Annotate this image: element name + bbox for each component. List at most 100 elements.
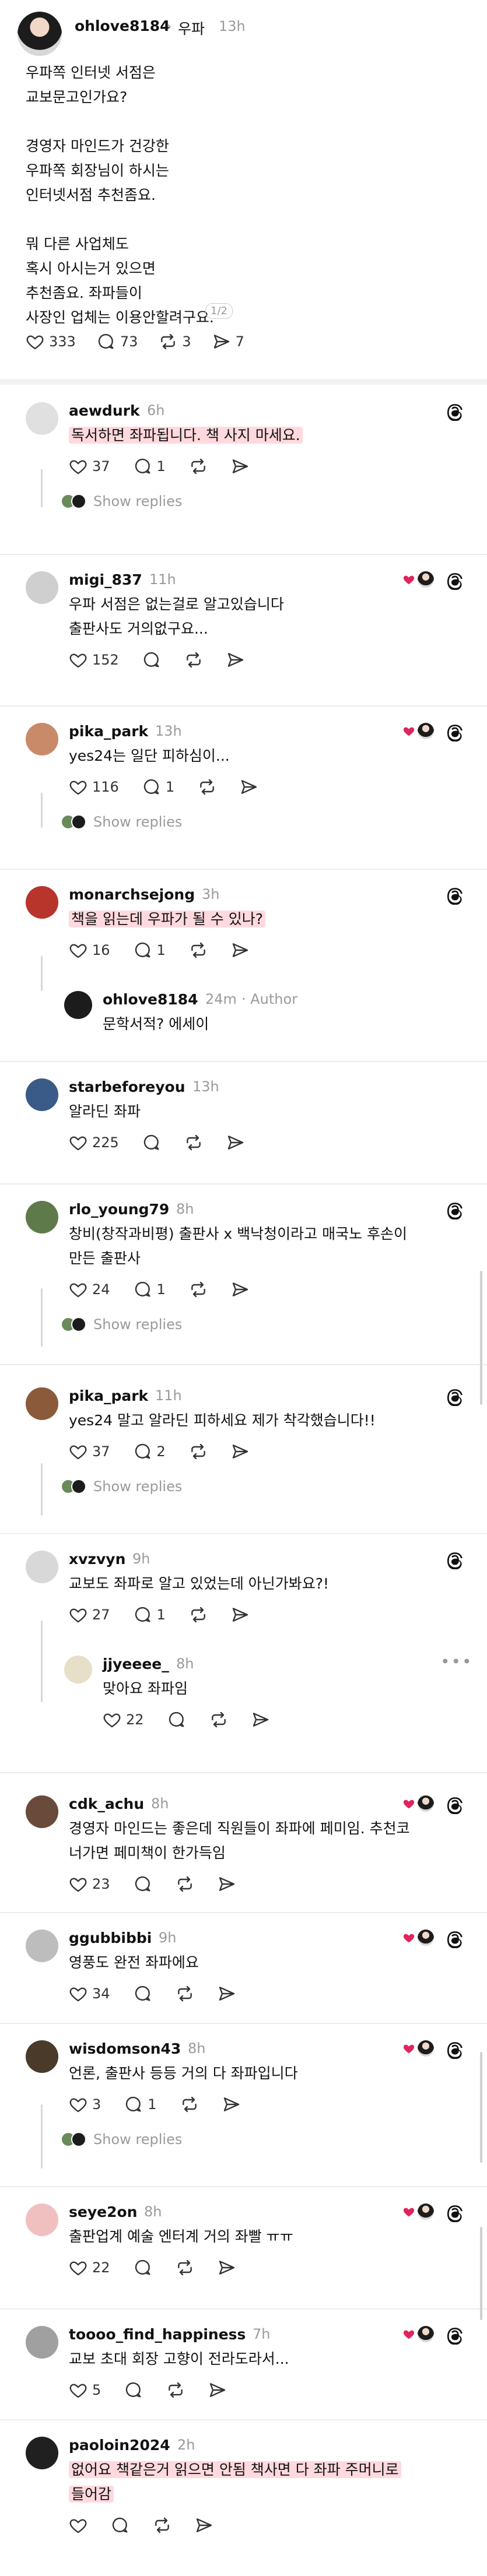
- share-button[interactable]: [251, 1710, 270, 1729]
- scrollbar[interactable]: [480, 1271, 482, 1405]
- repost-button[interactable]: [198, 778, 216, 796]
- threads-logo-icon[interactable]: [446, 1795, 465, 1814]
- comment-button[interactable]: 1: [142, 778, 174, 796]
- like-button[interactable]: 37: [69, 457, 110, 476]
- avatar[interactable]: [26, 1795, 58, 1828]
- avatar[interactable]: [26, 2040, 58, 2073]
- repost-button[interactable]: [184, 651, 203, 669]
- show-replies[interactable]: Show replies: [61, 814, 182, 830]
- comment-author[interactable]: migi_837: [69, 571, 142, 588]
- share-button[interactable]: [231, 1280, 250, 1299]
- comment-button[interactable]: 1: [134, 1605, 166, 1624]
- share-button[interactable]: [226, 651, 245, 669]
- comment-button[interactable]: 1: [124, 2095, 157, 2114]
- comment-button[interactable]: [124, 2381, 143, 2399]
- show-replies[interactable]: Show replies: [61, 2131, 182, 2148]
- like-button[interactable]: 23: [69, 1875, 110, 1893]
- more-options-icon[interactable]: •••: [440, 1652, 473, 1671]
- like-button[interactable]: 24: [69, 1280, 110, 1299]
- comment-button[interactable]: [167, 1710, 186, 1729]
- share-button[interactable]: [231, 941, 250, 960]
- threads-logo-icon[interactable]: [446, 2326, 465, 2345]
- comment-button[interactable]: [142, 1133, 161, 1152]
- repost-button[interactable]: [209, 1710, 228, 1729]
- share-button[interactable]: [222, 2095, 241, 2114]
- post-author[interactable]: ohlove8184: [75, 17, 170, 34]
- repost-button[interactable]: [189, 457, 208, 476]
- comment-author[interactable]: jjyeeee_: [103, 1656, 169, 1672]
- comment-author[interactable]: cdk_achu: [69, 1795, 144, 1812]
- threads-logo-icon[interactable]: [446, 2040, 465, 2059]
- threads-logo-icon[interactable]: [446, 402, 465, 421]
- comment-author[interactable]: pika_park: [69, 723, 148, 740]
- threads-logo-icon[interactable]: [446, 2204, 465, 2222]
- repost-button[interactable]: [176, 1984, 194, 2003]
- scrollbar[interactable]: [480, 2052, 482, 2163]
- like-button[interactable]: [69, 2516, 87, 2535]
- like-button[interactable]: 27: [69, 1605, 110, 1624]
- share-button[interactable]: 7: [212, 332, 244, 351]
- show-replies[interactable]: Show replies: [61, 493, 182, 509]
- share-button[interactable]: [231, 1442, 250, 1461]
- share-button[interactable]: [226, 1133, 245, 1152]
- like-button[interactable]: 225: [69, 1133, 119, 1152]
- repost-button[interactable]: [189, 1280, 208, 1299]
- comment-button[interactable]: [142, 651, 161, 669]
- like-button[interactable]: 5: [69, 2381, 101, 2399]
- comment-author[interactable]: seye2on: [69, 2204, 137, 2220]
- comment-button[interactable]: [134, 1984, 152, 2003]
- avatar[interactable]: [26, 886, 58, 919]
- avatar[interactable]: [64, 1656, 92, 1684]
- like-button[interactable]: 333: [26, 332, 76, 351]
- repost-button[interactable]: [166, 2381, 185, 2399]
- share-button[interactable]: [231, 1605, 250, 1624]
- avatar[interactable]: [26, 2437, 58, 2469]
- avatar[interactable]: [26, 723, 58, 755]
- comment-button[interactable]: 1: [134, 1280, 166, 1299]
- comment-author[interactable]: paoloin2024: [69, 2437, 170, 2454]
- comment-author[interactable]: xvzvyn: [69, 1551, 125, 1568]
- comment-author[interactable]: rlo_young79: [69, 1201, 169, 1218]
- post-tag[interactable]: 우파: [178, 17, 205, 38]
- scrollbar[interactable]: [480, 2227, 482, 2320]
- repost-button[interactable]: 3: [159, 332, 191, 351]
- like-button[interactable]: 3: [69, 2095, 101, 2114]
- avatar[interactable]: [26, 1078, 58, 1111]
- threads-logo-icon[interactable]: [446, 1551, 465, 1569]
- repost-button[interactable]: [176, 2258, 194, 2277]
- threads-logo-icon[interactable]: [446, 1201, 465, 1220]
- repost-button[interactable]: [189, 1605, 208, 1624]
- comment-button[interactable]: 1: [134, 941, 166, 960]
- like-button[interactable]: 22: [103, 1710, 144, 1729]
- like-button[interactable]: 152: [69, 651, 119, 669]
- comment-button[interactable]: [111, 2516, 129, 2535]
- avatar[interactable]: [26, 1930, 58, 1962]
- comment-author[interactable]: ohlove8184: [103, 991, 198, 1008]
- share-button[interactable]: [218, 2258, 236, 2277]
- comment-author[interactable]: monarchsejong: [69, 886, 195, 903]
- like-button[interactable]: 116: [69, 778, 119, 796]
- repost-button[interactable]: [176, 1875, 194, 1893]
- share-button[interactable]: [240, 778, 258, 796]
- comment-button[interactable]: [134, 1875, 152, 1893]
- comment-author[interactable]: toooo_find_happiness: [69, 2326, 246, 2343]
- avatar[interactable]: [26, 1551, 58, 1583]
- comment-author[interactable]: ggubbibbi: [69, 1930, 152, 1946]
- threads-logo-icon[interactable]: [446, 723, 465, 741]
- comment-button[interactable]: [134, 2258, 152, 2277]
- like-button[interactable]: 34: [69, 1984, 110, 2003]
- avatar[interactable]: [26, 2204, 58, 2236]
- share-button[interactable]: [218, 1984, 236, 2003]
- comment-author[interactable]: wisdomson43: [69, 2040, 181, 2057]
- avatar[interactable]: [26, 1201, 58, 1233]
- avatar[interactable]: [26, 1387, 58, 1420]
- share-button[interactable]: [218, 1875, 236, 1893]
- avatar[interactable]: [17, 12, 62, 56]
- avatar[interactable]: [26, 571, 58, 604]
- share-button[interactable]: [231, 457, 250, 476]
- like-button[interactable]: 16: [69, 941, 110, 960]
- comment-author[interactable]: aewdurk: [69, 402, 140, 419]
- share-button[interactable]: [195, 2516, 213, 2535]
- comment-author[interactable]: pika_park: [69, 1387, 148, 1404]
- show-replies[interactable]: Show replies: [61, 1316, 182, 1333]
